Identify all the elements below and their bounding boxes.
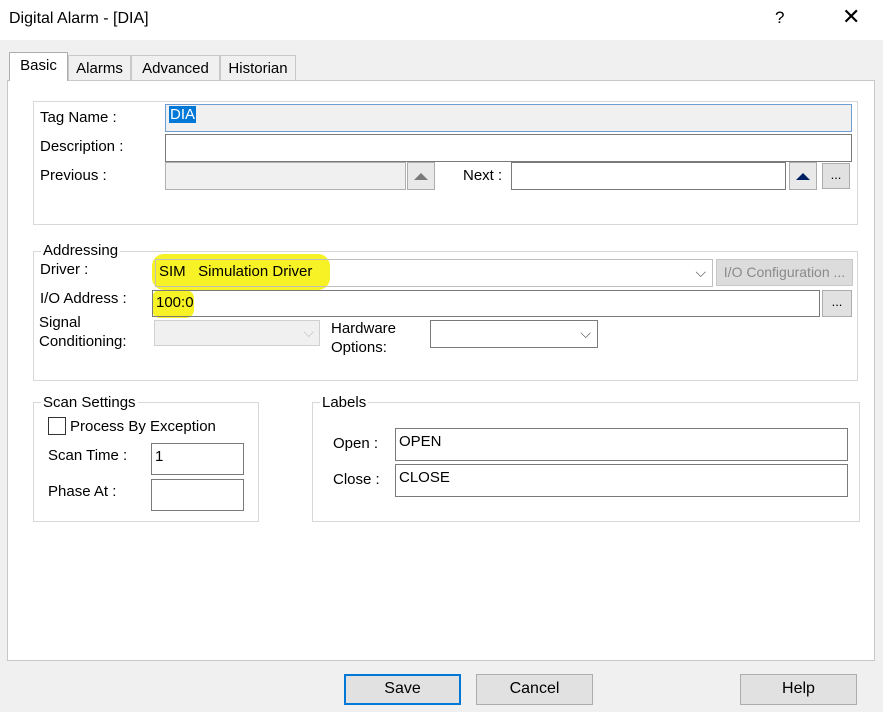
description-label: Description :	[40, 138, 124, 155]
signal-label-line2: Conditioning:	[39, 333, 127, 350]
cancel-button[interactable]: Cancel	[476, 674, 593, 705]
next-field[interactable]	[511, 162, 786, 190]
save-button[interactable]: Save	[344, 674, 461, 705]
tag-name-field[interactable]: DIA	[165, 104, 852, 132]
window-title: Digital Alarm - [DIA]	[9, 10, 149, 27]
arrow-up-icon	[414, 172, 428, 180]
open-field[interactable]: OPEN	[395, 428, 848, 461]
tab-historian[interactable]: Historian	[220, 55, 296, 81]
scan-settings-legend: Scan Settings	[41, 394, 138, 411]
addressing-legend: Addressing	[41, 242, 121, 259]
driver-select[interactable]: SIM Simulation Driver ⌵	[155, 259, 713, 287]
labels-group	[312, 402, 860, 522]
previous-up-button[interactable]	[407, 162, 435, 190]
close-icon[interactable]: ✕	[842, 6, 860, 28]
close-label: Close :	[333, 471, 380, 488]
scan-time-label: Scan Time :	[48, 447, 128, 464]
help-icon[interactable]: ?	[775, 8, 784, 28]
tag-browse-button[interactable]: ...	[822, 163, 850, 189]
tag-name-label: Tag Name :	[40, 109, 117, 126]
labels-legend: Labels	[320, 394, 369, 411]
io-address-label: I/O Address :	[40, 290, 127, 307]
help-button[interactable]: Help	[740, 674, 857, 705]
driver-value: SIM Simulation Driver	[159, 263, 313, 280]
phase-at-label: Phase At :	[48, 483, 117, 500]
tab-advanced[interactable]: Advanced	[131, 55, 220, 81]
tab-basic[interactable]: Basic	[9, 52, 68, 81]
arrow-up-icon	[796, 172, 810, 180]
process-by-exception-label: Process By Exception	[70, 418, 216, 435]
open-label: Open :	[333, 435, 379, 452]
next-label: Next :	[463, 167, 503, 184]
hardware-label-line1: Hardware	[331, 320, 397, 337]
signal-conditioning-select[interactable]: ⌵	[154, 320, 320, 346]
description-field[interactable]	[165, 134, 852, 162]
previous-field[interactable]	[165, 162, 406, 190]
phase-at-field[interactable]	[151, 479, 244, 511]
chevron-down-icon: ⌵	[303, 324, 314, 340]
close-field[interactable]: CLOSE	[395, 464, 848, 497]
tab-alarms[interactable]: Alarms	[68, 55, 131, 81]
chevron-down-icon: ⌵	[695, 264, 706, 280]
process-by-exception-checkbox[interactable]	[48, 417, 66, 435]
io-address-browse-button[interactable]: ...	[822, 290, 852, 317]
hardware-label-line2: Options:	[331, 339, 387, 356]
hardware-options-select[interactable]: ⌵	[430, 320, 598, 348]
io-configuration-button[interactable]: I/O Configuration ...	[716, 259, 853, 286]
chevron-down-icon: ⌵	[580, 325, 591, 341]
previous-label: Previous :	[40, 167, 107, 184]
tag-name-value: DIA	[169, 106, 197, 123]
scan-time-field[interactable]: 1	[151, 443, 244, 475]
driver-label: Driver :	[40, 261, 89, 278]
next-up-button[interactable]	[789, 162, 817, 190]
io-address-field[interactable]: 100:0	[152, 290, 820, 317]
signal-label-line1: Signal	[39, 314, 81, 331]
